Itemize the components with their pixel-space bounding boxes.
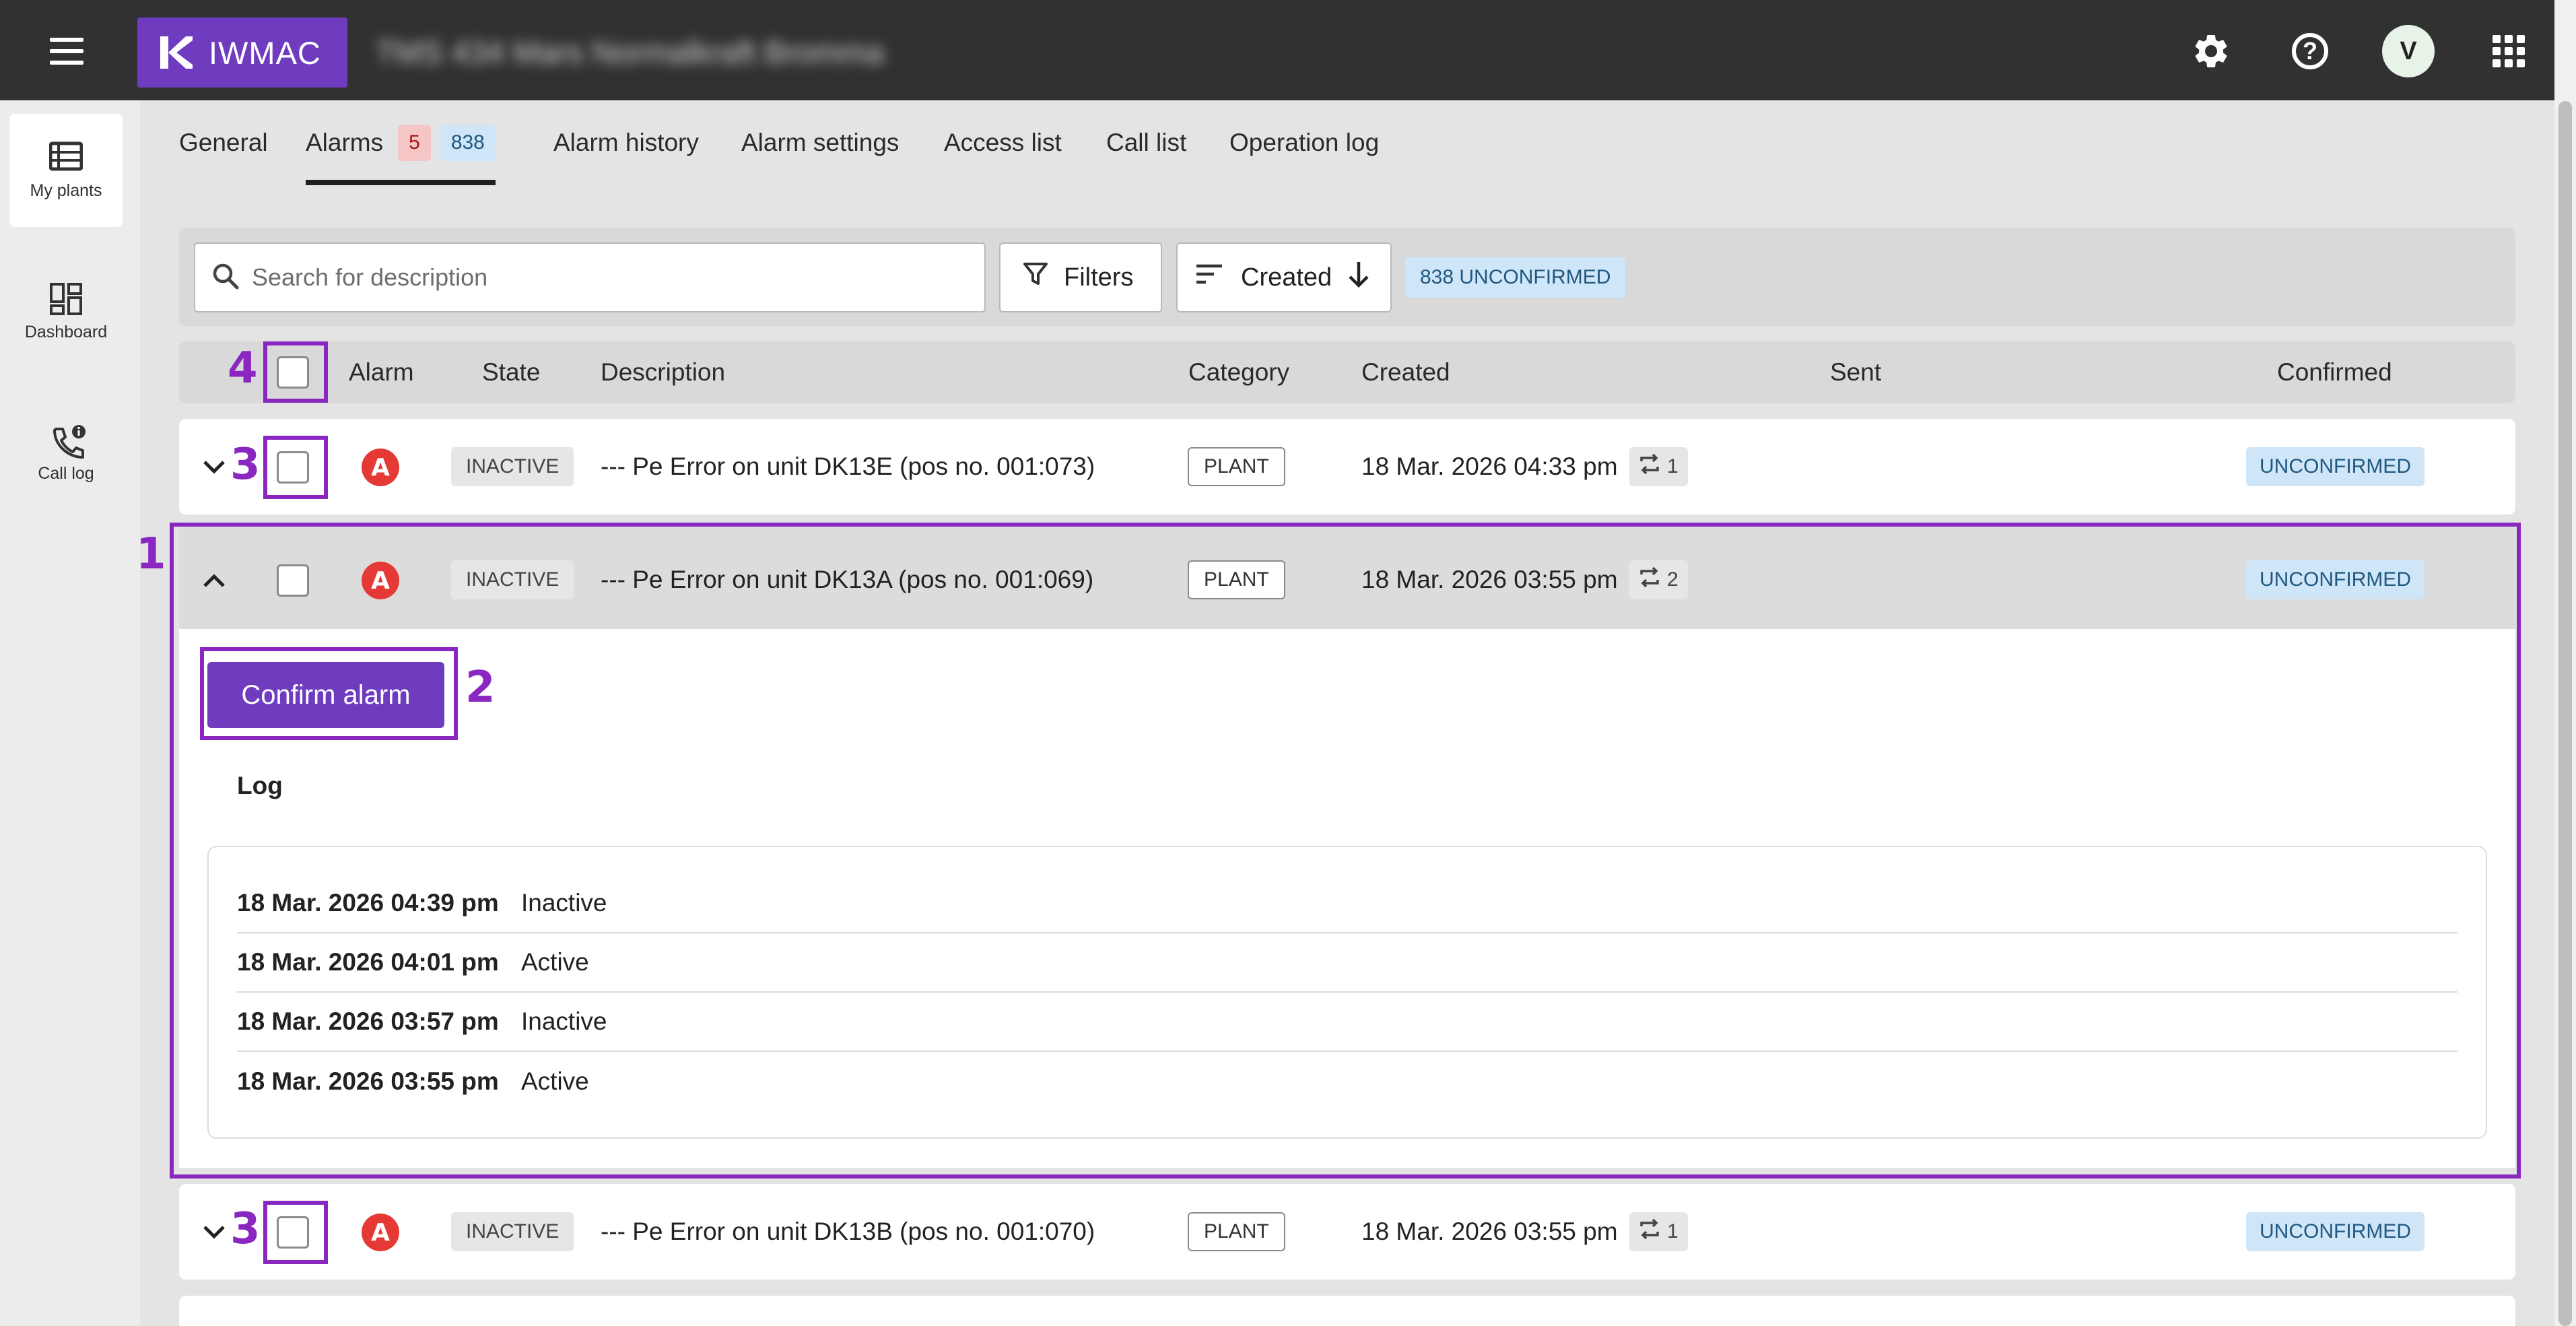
brand-name: IWMAC [209, 34, 321, 71]
repeat-count-chip: 1 [1629, 447, 1688, 486]
plant-title: TMS 434 Mars Normalkraft Bromma [376, 34, 884, 70]
filter-icon [1022, 261, 1049, 294]
unconfirmed-alarms-badge: 838 [440, 125, 496, 161]
created-time: 18 Mar. 2026 04:33 pm [1361, 453, 1618, 480]
state-chip: INACTIVE [451, 447, 574, 486]
annotation-box-1 [170, 523, 2521, 1179]
alarm-description: --- Pe Error on unit DK13E (pos no. 001:… [601, 453, 1095, 480]
chevron-down-icon[interactable] [201, 454, 228, 481]
brand-logo[interactable]: IWMAC [137, 18, 347, 88]
scrollbar-thumb[interactable] [2558, 101, 2572, 1326]
filters-label: Filters [1064, 263, 1134, 292]
header-alarm[interactable]: Alarm [349, 341, 414, 403]
category-chip: PLANT [1188, 447, 1285, 486]
alarm-level-badge: A [362, 1214, 399, 1251]
navigation-rail: My plants Dashboard Call log [0, 100, 140, 1326]
repeat-icon [1639, 1218, 1660, 1245]
confirmed-status-chip: UNCONFIRMED [2246, 1212, 2425, 1251]
repeat-icon [1639, 453, 1660, 480]
menu-icon[interactable] [40, 30, 94, 73]
rail-label: Call log [38, 463, 94, 483]
tab-bar: General Alarms 5 838 Alarm history Alarm… [140, 100, 2554, 185]
header-category[interactable]: Category [1188, 341, 1289, 403]
annotation-box-3 [263, 1201, 328, 1264]
sort-icon [1195, 263, 1223, 292]
search-input[interactable] [252, 263, 925, 292]
phone-info-icon [49, 424, 86, 459]
header-state[interactable]: State [482, 341, 540, 403]
tab-operation-log[interactable]: Operation log [1229, 100, 1379, 185]
chevron-down-icon[interactable] [201, 1219, 228, 1246]
search-icon [211, 262, 240, 294]
help-icon[interactable]: ? [2286, 27, 2334, 75]
table-header: Alarm State Description Category Created… [179, 341, 2515, 403]
repeat-count-chip: 1 [1629, 1212, 1688, 1251]
rail-label: Dashboard [24, 322, 108, 341]
tab-alarm-history[interactable]: Alarm history [553, 100, 699, 185]
created-time: 18 Mar. 2026 03:55 pm [1361, 1218, 1618, 1245]
alarm-description: --- Pe Error on unit DK13B (pos no. 001:… [601, 1218, 1095, 1245]
annotation-number-3: 3 [230, 440, 261, 490]
table-row[interactable] [179, 1296, 2515, 1326]
sort-button[interactable]: Created [1176, 242, 1392, 312]
header-description[interactable]: Description [601, 341, 725, 403]
active-alarms-badge: 5 [398, 125, 431, 161]
top-app-bar: IWMAC TMS 434 Mars Normalkraft Bromma ? … [0, 0, 2554, 100]
confirmed-status-chip: UNCONFIRMED [2246, 447, 2425, 486]
annotation-box-4 [263, 341, 328, 403]
rail-item-my-plants[interactable]: My plants [9, 114, 123, 227]
search-field[interactable] [194, 242, 986, 312]
tab-alarm-settings[interactable]: Alarm settings [741, 100, 899, 185]
dashboard-icon [49, 282, 83, 315]
unconfirmed-count-chip[interactable]: 838 UNCONFIRMED [1405, 257, 1626, 298]
annotation-box-3 [263, 436, 328, 499]
sort-label: Created [1241, 263, 1332, 292]
alarm-level-badge: A [362, 449, 399, 486]
list-icon [48, 141, 83, 172]
tab-access-list[interactable]: Access list [944, 100, 1062, 185]
tab-general[interactable]: General [179, 100, 268, 185]
header-confirmed[interactable]: Confirmed [2277, 341, 2392, 403]
rail-item-dashboard[interactable]: Dashboard [9, 255, 123, 368]
arrow-down-icon [1347, 260, 1371, 295]
annotation-number-4: 4 [228, 343, 258, 393]
tab-call-list[interactable]: Call list [1106, 100, 1186, 185]
state-chip: INACTIVE [451, 1212, 574, 1251]
annotation-number-3: 3 [230, 1204, 261, 1254]
settings-icon[interactable] [2187, 27, 2235, 75]
alarm-toolbar: Filters Created 838 UNCONFIRMED [179, 228, 2515, 326]
header-created[interactable]: Created [1361, 341, 1450, 403]
avatar[interactable]: V [2382, 25, 2435, 77]
category-chip: PLANT [1188, 1212, 1285, 1251]
rail-item-call-log[interactable]: Call log [9, 397, 123, 510]
apps-grid-icon[interactable] [2484, 27, 2533, 75]
annotation-number-1: 1 [136, 529, 166, 579]
header-sent[interactable]: Sent [1830, 341, 1881, 403]
rail-label: My plants [30, 180, 102, 200]
filters-button[interactable]: Filters [999, 242, 1162, 312]
tab-alarms[interactable]: Alarms 5 838 [306, 100, 496, 185]
brand-k-icon [158, 34, 194, 71]
tab-alarms-label: Alarms [306, 129, 384, 156]
